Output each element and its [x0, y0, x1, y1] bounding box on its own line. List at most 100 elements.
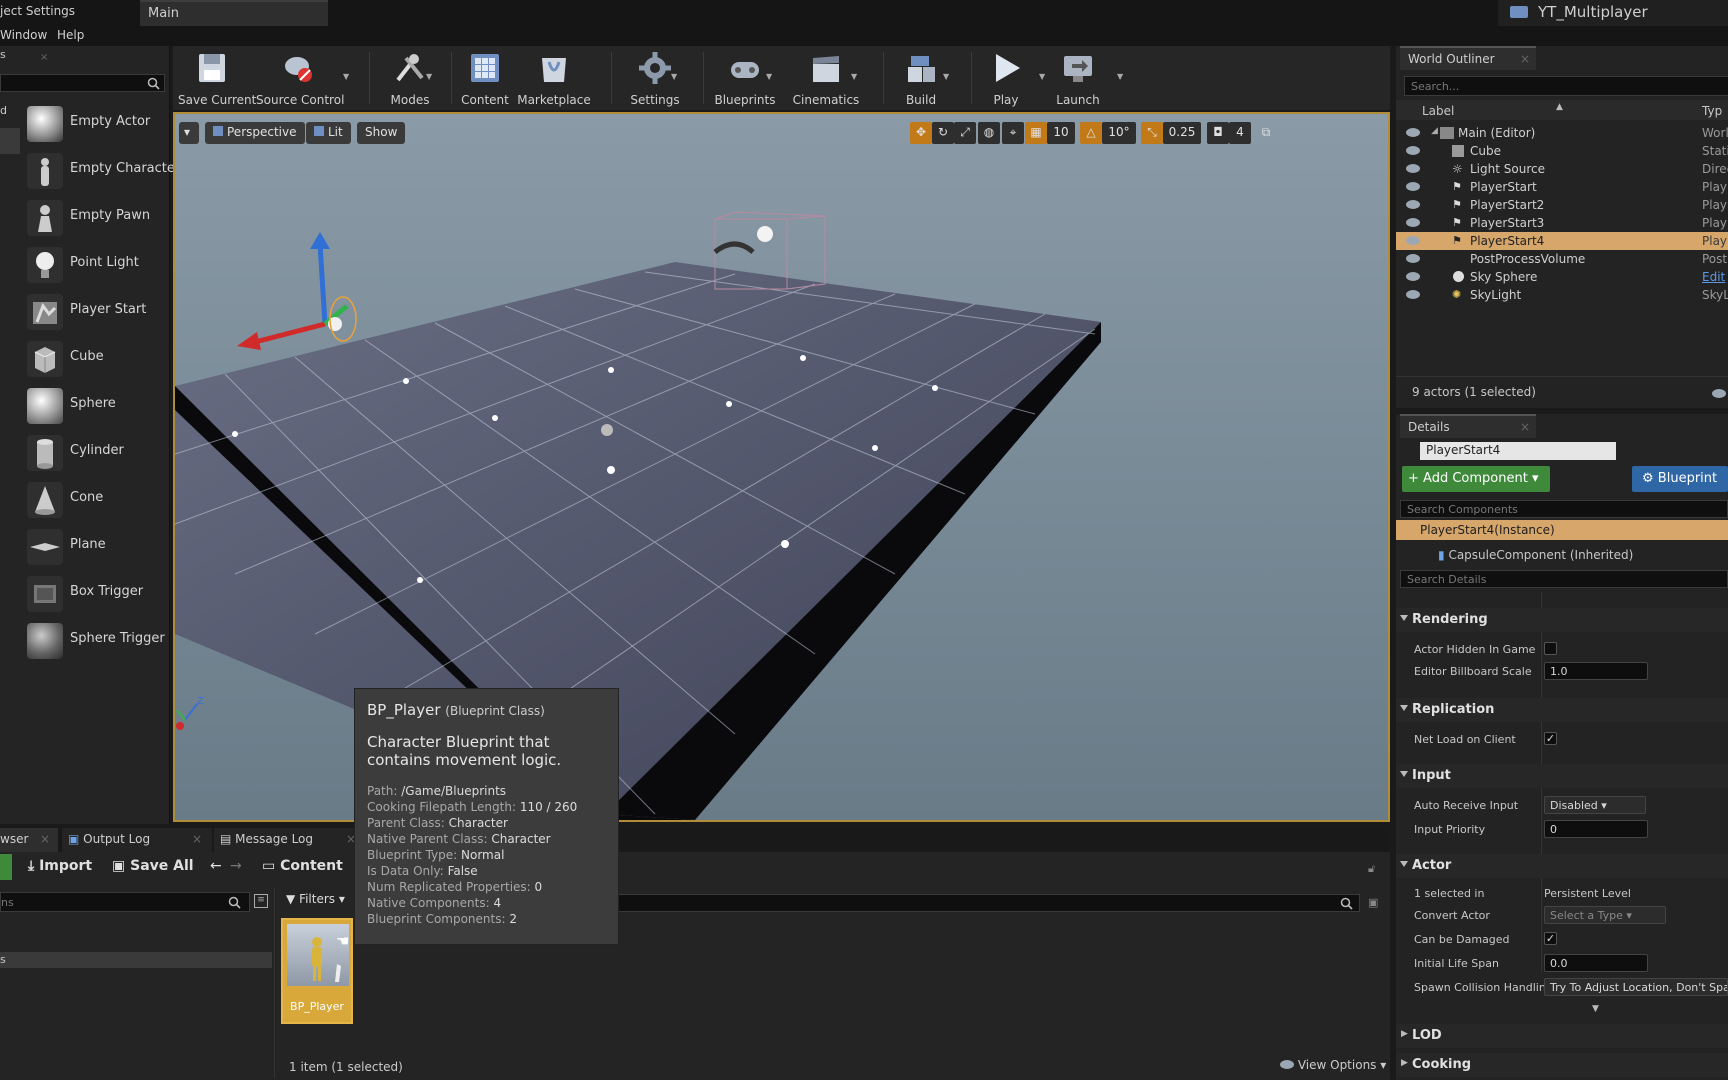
- placer-item-box-trigger[interactable]: Box Trigger: [25, 572, 165, 612]
- initial-life-span-input[interactable]: 0.0: [1544, 954, 1648, 972]
- close-icon[interactable]: ×: [1520, 420, 1530, 434]
- menu-window[interactable]: Window: [0, 28, 47, 42]
- component-instance-row[interactable]: PlayerStart4(Instance): [1396, 520, 1728, 540]
- chevron-down-icon[interactable]: ▼: [851, 72, 857, 81]
- view-options-eye-icon[interactable]: [1712, 389, 1726, 398]
- placer-item-empty-actor[interactable]: Empty Actor: [25, 102, 165, 142]
- add-new-button[interactable]: [0, 854, 12, 880]
- cooking-category[interactable]: ▶ Cooking: [1396, 1053, 1728, 1077]
- menu-help[interactable]: Help: [57, 28, 84, 42]
- grid-snap-value[interactable]: 10: [1047, 122, 1075, 144]
- main-document-tab[interactable]: Main: [140, 0, 328, 26]
- eye-icon[interactable]: [1406, 146, 1420, 155]
- outliner-row-playerstart[interactable]: ⚑ PlayerStart Play: [1396, 178, 1728, 196]
- scale-snap-icon[interactable]: ⤡: [1141, 122, 1163, 144]
- sky-light-icon[interactable]: [713, 241, 755, 255]
- close-icon[interactable]: ×: [40, 832, 50, 846]
- eye-icon[interactable]: [1406, 272, 1420, 281]
- placer-tab[interactable]: s: [0, 48, 6, 61]
- outliner-row-playerstart4[interactable]: ⚑ PlayerStart4 Play: [1396, 232, 1728, 250]
- output-log-tab[interactable]: ▣ Output Log ×: [62, 828, 212, 852]
- world-space-icon[interactable]: ◍: [978, 122, 1000, 144]
- chevron-down-icon[interactable]: ▼: [766, 72, 772, 81]
- can-be-damaged-checkbox[interactable]: ✓: [1544, 932, 1557, 945]
- chevron-down-icon[interactable]: ▼: [1039, 72, 1045, 81]
- eye-icon[interactable]: [1406, 128, 1420, 137]
- surface-snap-icon[interactable]: ⌖: [1002, 122, 1024, 144]
- actor-category[interactable]: Actor: [1396, 854, 1728, 878]
- input-priority-input[interactable]: 0: [1544, 820, 1648, 838]
- capsule-component-row[interactable]: ▮ CapsuleComponent (Inherited): [1438, 548, 1633, 562]
- placer-item-player-start[interactable]: Player Start: [25, 290, 165, 330]
- back-arrow-icon[interactable]: ←: [210, 858, 222, 874]
- player-start-actor[interactable]: [237, 232, 357, 350]
- folder-tree-item[interactable]: s: [0, 952, 272, 968]
- content-path-button[interactable]: ▭ Content: [262, 858, 343, 874]
- project-settings-tab[interactable]: ject Settings: [0, 4, 75, 18]
- details-tab[interactable]: Details ×: [1400, 414, 1536, 438]
- world-outliner-tab[interactable]: World Outliner ×: [1400, 46, 1536, 70]
- eye-icon[interactable]: [1406, 290, 1420, 299]
- save-search-icon[interactable]: ▣: [1368, 896, 1378, 909]
- advanced-expand-icon[interactable]: ▼: [1592, 1004, 1599, 1014]
- chevron-down-icon[interactable]: ▼: [343, 72, 349, 81]
- content-button[interactable]: Content: [457, 50, 513, 108]
- save-current-button[interactable]: Save Current: [178, 50, 256, 108]
- actor-name-input[interactable]: PlayerStart4: [1420, 442, 1616, 460]
- add-component-button[interactable]: + Add Component ▾: [1402, 466, 1550, 492]
- placer-item-cylinder[interactable]: Cylinder: [25, 431, 165, 471]
- rotation-snap-icon[interactable]: △: [1080, 122, 1102, 144]
- replication-category[interactable]: Replication: [1396, 698, 1728, 722]
- billboard-scale-input[interactable]: 1.0: [1544, 662, 1648, 680]
- convert-actor-select[interactable]: Select a Type ▾: [1544, 906, 1666, 924]
- lod-category[interactable]: ▶ LOD: [1396, 1024, 1728, 1048]
- placer-item-cone[interactable]: Cone: [25, 478, 165, 518]
- message-log-tab[interactable]: ▤ Message Log ×: [214, 828, 364, 852]
- blueprint-button[interactable]: ⚙ Blueprint: [1632, 466, 1728, 492]
- settings-button[interactable]: Settings: [617, 50, 693, 108]
- outliner-row-light-source[interactable]: ☼ Light Source Direc: [1396, 160, 1728, 178]
- outliner-row-main-editor[interactable]: ◢ Main (Editor) Worl: [1396, 124, 1728, 142]
- eye-icon[interactable]: [1406, 218, 1420, 227]
- eye-icon[interactable]: [1406, 182, 1420, 191]
- spawn-collision-select[interactable]: Try To Adjust Location, Don't Spawn: [1544, 978, 1728, 996]
- light-source-icon[interactable]: [757, 226, 773, 242]
- placer-item-empty-pawn[interactable]: Empty Pawn: [25, 196, 165, 236]
- save-all-button[interactable]: ▣ Save All: [112, 858, 194, 874]
- player-start-small-icon[interactable]: [601, 424, 613, 436]
- show-button[interactable]: Show: [357, 122, 406, 144]
- input-category[interactable]: Input: [1396, 764, 1728, 788]
- outliner-col-label[interactable]: Label: [1422, 104, 1454, 118]
- marketplace-button[interactable]: Marketplace: [516, 50, 592, 108]
- chevron-down-icon[interactable]: ▼: [671, 72, 677, 81]
- eye-icon[interactable]: [1406, 236, 1420, 245]
- placer-item-cube[interactable]: Cube: [25, 337, 165, 377]
- outliner-row-playerstart2[interactable]: ⚑ PlayerStart2 Play: [1396, 196, 1728, 214]
- import-button[interactable]: ⤓ Import: [28, 858, 92, 874]
- net-load-checkbox[interactable]: ✓: [1544, 732, 1557, 745]
- eye-icon[interactable]: [1406, 164, 1420, 173]
- camera-speed-value[interactable]: 4: [1229, 122, 1251, 144]
- launch-button[interactable]: Launch: [1047, 50, 1109, 108]
- rotation-snap-value[interactable]: 10°: [1102, 122, 1136, 144]
- perspective-button[interactable]: Perspective: [205, 122, 305, 144]
- source-control-button[interactable]: Source Control: [256, 50, 344, 108]
- rotate-tool-icon[interactable]: ↻: [932, 122, 954, 144]
- outliner-row-postprocessvolume[interactable]: PostProcessVolume Post: [1396, 250, 1728, 268]
- placer-item-plane[interactable]: Plane: [25, 525, 165, 565]
- filters-button[interactable]: ▼ Filters ▾: [286, 892, 345, 906]
- grid-snap-icon[interactable]: ▦: [1025, 122, 1047, 144]
- placer-item-sphere[interactable]: Sphere: [25, 384, 165, 424]
- outliner-row-type[interactable]: Edit: [1702, 270, 1725, 284]
- placer-item-point-light[interactable]: Point Light: [25, 243, 165, 283]
- chevron-down-icon[interactable]: ▼: [1117, 72, 1123, 81]
- rendering-category[interactable]: Rendering: [1396, 608, 1728, 632]
- search-details-input[interactable]: Search Details: [1400, 570, 1728, 588]
- camera-speed-icon[interactable]: ◘: [1207, 122, 1229, 144]
- content-browser-tab[interactable]: wser ×: [0, 828, 58, 852]
- source-panel-toggle-icon[interactable]: ≡: [254, 894, 268, 908]
- view-options-button[interactable]: View Options ▾: [1280, 1058, 1386, 1072]
- outliner-row-sky-sphere[interactable]: Sky Sphere Edit: [1396, 268, 1728, 286]
- actor-hidden-checkbox[interactable]: [1544, 642, 1557, 655]
- auto-receive-input-select[interactable]: Disabled ▾: [1544, 796, 1646, 814]
